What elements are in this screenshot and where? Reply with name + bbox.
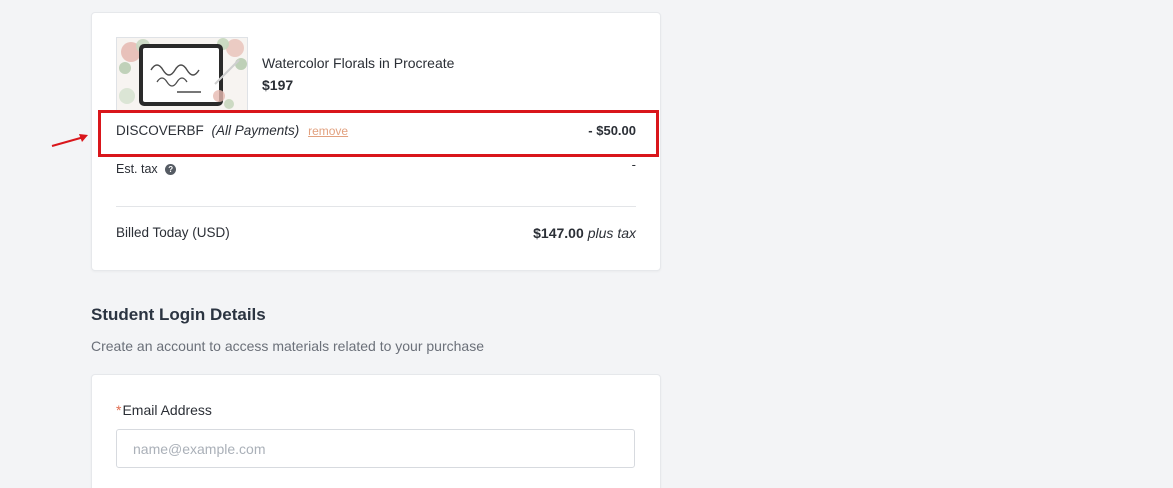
coupon-discount-amount: - $50.00 — [588, 123, 636, 138]
checkout-page: Watercolor Florals in Procreate $197 DIS… — [0, 0, 1173, 488]
student-login-card: *Email Address — [91, 374, 661, 488]
product-price: $197 — [262, 77, 294, 93]
email-label: *Email Address — [116, 402, 212, 418]
tax-label-line: Est. tax ? — [116, 162, 177, 176]
tax-row: Est. tax ? - — [116, 157, 636, 181]
order-summary-card: Watercolor Florals in Procreate $197 DIS… — [91, 12, 661, 271]
product-thumbnail-image — [117, 38, 247, 112]
product-title: Watercolor Florals in Procreate — [262, 55, 455, 71]
total-suffix: plus tax — [587, 225, 636, 241]
remove-coupon-link[interactable]: remove — [308, 124, 348, 138]
required-mark: * — [116, 402, 122, 418]
total-amount: $147.00 — [533, 225, 584, 241]
coupon-code: DISCOVERBF — [116, 123, 204, 138]
student-login-subtitle: Create an account to access materials re… — [91, 338, 484, 354]
red-arrow-icon — [51, 134, 88, 147]
email-label-text: Email Address — [122, 402, 212, 418]
coupon-row: DISCOVERBF (All Payments) remove - $50.0… — [116, 121, 636, 143]
total-label: Billed Today (USD) — [116, 225, 230, 240]
coupon-code-line: DISCOVERBF (All Payments) remove — [116, 123, 348, 138]
student-login-title: Student Login Details — [91, 305, 266, 324]
total-row: Billed Today (USD) $147.00 plus tax — [116, 225, 636, 245]
email-field[interactable] — [116, 429, 635, 468]
product-row: Watercolor Florals in Procreate $197 — [116, 37, 636, 113]
total-value: $147.00 plus tax — [533, 225, 636, 241]
total-divider — [116, 206, 636, 207]
tax-label: Est. tax — [116, 162, 158, 176]
product-thumbnail — [116, 37, 248, 113]
question-circle-icon[interactable]: ? — [165, 164, 177, 175]
tax-value: - — [631, 157, 636, 172]
coupon-scope: (All Payments) — [211, 123, 300, 138]
